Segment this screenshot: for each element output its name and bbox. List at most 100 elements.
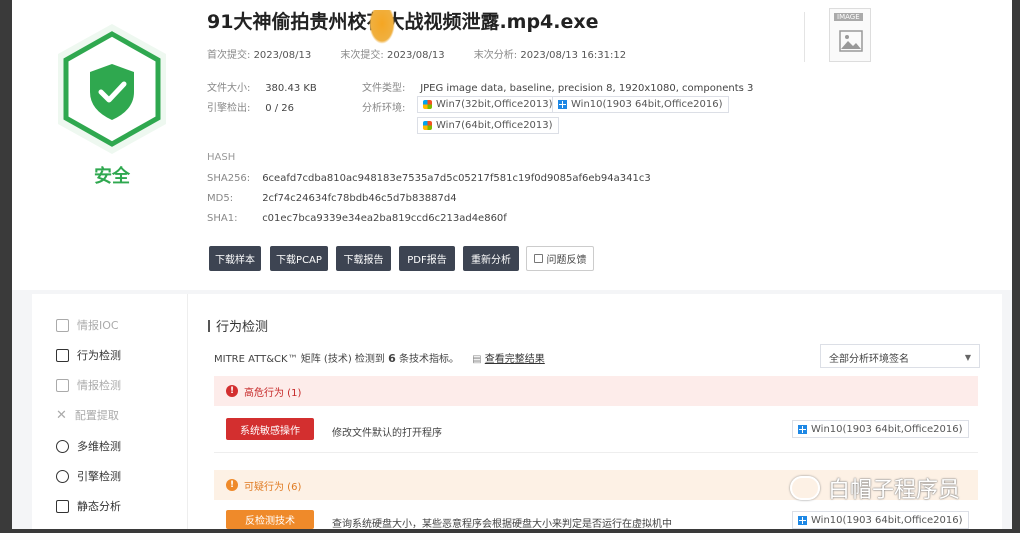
sha1-value: c01ec7bca9339e34ea2ba819ccd6c213ad4e860f xyxy=(262,213,507,224)
divider xyxy=(804,12,805,62)
sidebar-item-behavior[interactable]: 行为检测 xyxy=(56,346,121,364)
sha1-row: SHA1: c01ec7bca9339e34ea2ba819ccd6c213ad… xyxy=(207,213,507,224)
sha256-row: SHA256: 6ceafd7cdba810ac948183e7535a7d5c… xyxy=(207,173,651,184)
view-full-results-link[interactable]: 查看完整结果 xyxy=(485,354,545,365)
first-submit-label: 首次提交: xyxy=(207,50,251,61)
env-signature-select[interactable]: 全部分析环境签名 ▼ xyxy=(820,344,980,368)
env-label: 分析环境: xyxy=(362,103,406,114)
ioc-icon xyxy=(56,318,69,332)
engine-icon xyxy=(56,469,69,483)
report-page: 安全 91大神偷拍贵州校花大战视频泄露.mp4.exe 首次提交: 2023/0… xyxy=(12,0,1012,530)
env-label: Win10(1903 64bit,Office2016) xyxy=(811,423,963,435)
feedback-label: 问题反馈 xyxy=(546,255,587,266)
file-summary-panel: 安全 91大神偷拍贵州校花大战视频泄露.mp4.exe 首次提交: 2023/0… xyxy=(12,0,1012,290)
alert-icon: ! xyxy=(226,385,238,397)
file-type-row: 文件类型: JPEG image data, baseline, precisi… xyxy=(362,79,753,94)
high-risk-env: Win10(1903 64bit,Office2016) xyxy=(792,420,969,438)
high-risk-header[interactable]: ! 高危行为 (1) xyxy=(214,376,978,406)
sidebar-item-engine[interactable]: 引擎检测 xyxy=(56,467,121,485)
sidebar-item-label: 情报IOC xyxy=(77,319,119,332)
submission-dates: 首次提交: 2023/08/13 末次提交: 2023/08/13 末次分析: … xyxy=(207,46,626,61)
list-icon: ▤ xyxy=(472,354,482,365)
feedback-icon xyxy=(533,254,543,263)
mitre-suffix: 条技术指标。 xyxy=(398,354,459,365)
high-risk-label: 高危行为 (1) xyxy=(244,387,302,399)
section-title: 行为检测 xyxy=(208,316,268,335)
sidebar-item-label: 情报检测 xyxy=(77,379,121,392)
verdict-label: 安全 xyxy=(94,166,130,187)
file-size-row: 文件大小: 380.43 KB xyxy=(207,79,317,94)
md5-value: 2cf74c24634fc78bdb46c5d7b83887d4 xyxy=(262,193,457,204)
env-chip-label: Win10(1903 64bit,Office2016) xyxy=(571,99,723,110)
first-submit-date: 2023/08/13 xyxy=(253,50,312,61)
verdict-shield-icon xyxy=(52,22,172,162)
last-submit-label: 末次提交: xyxy=(340,50,384,61)
mitre-count: 6 xyxy=(388,352,396,365)
suspicious-desc: 查询系统硬盘大小，某些恶意程序会根据硬盘大小来判定是否运行在虚拟机中 xyxy=(332,519,672,530)
pdf-report-button[interactable]: PDF报告 xyxy=(399,246,455,271)
watermark-text: 白帽子程序员 xyxy=(828,478,961,503)
mitre-prefix: MITRE ATT&CK™ 矩阵 (技术) 检测到 xyxy=(214,354,385,365)
sha1-label: SHA1: xyxy=(207,213,238,224)
row-divider xyxy=(214,452,978,453)
env-chip-win7-64[interactable]: Win7(64bit,Office2013) xyxy=(417,117,559,134)
sidebar-item-static[interactable]: 静态分析 xyxy=(56,497,121,515)
select-value: 全部分析环境签名 xyxy=(829,354,909,365)
high-risk-tag: 系统敏感操作 xyxy=(226,418,314,440)
sidebar-item-intel-detect[interactable]: 情报检测 xyxy=(56,376,121,394)
file-size-label: 文件大小: xyxy=(207,83,251,94)
env-label: Win10(1903 64bit,Office2016) xyxy=(811,514,963,526)
env-row: 分析环境: xyxy=(362,99,405,114)
hash-section-label: HASH xyxy=(207,152,236,163)
sha256-value: 6ceafd7cdba810ac948183e7535a7d5c05217f58… xyxy=(262,173,651,184)
windows7-icon xyxy=(423,100,432,109)
sidebar-item-label: 引擎检测 xyxy=(77,470,121,483)
sidebar-item-label: 配置提取 xyxy=(74,409,119,422)
multi-detect-icon xyxy=(56,439,69,453)
env-chip-label: Win7(64bit,Office2013) xyxy=(436,120,553,131)
file-size-value: 380.43 KB xyxy=(265,83,317,94)
md5-label: MD5: xyxy=(207,193,234,204)
last-analysis-label: 末次分析: xyxy=(473,50,518,61)
thumbnail-tag: IMAGE xyxy=(834,13,863,21)
file-type-thumbnail: IMAGE xyxy=(829,8,871,62)
intel-icon xyxy=(56,378,69,392)
analysis-sidebar: 情报IOC 行为检测 情报检测 ✕ 配置提取 多维检测 引擎检测 静态分析 xyxy=(32,294,188,529)
reanalyze-button[interactable]: 重新分析 xyxy=(463,246,519,271)
wechat-icon xyxy=(790,476,820,500)
alert-icon: ! xyxy=(226,479,238,491)
download-sample-button[interactable]: 下载样本 xyxy=(209,246,261,271)
engine-value: 0 / 26 xyxy=(265,103,295,114)
sidebar-item-config[interactable]: ✕ 配置提取 xyxy=(56,406,119,424)
image-icon xyxy=(839,30,863,52)
file-type-label: 文件类型: xyxy=(362,83,406,94)
suspicious-tag: 反检测技术 xyxy=(226,510,314,529)
tools-icon: ✕ xyxy=(56,407,67,423)
suspicious-env: Win10(1903 64bit,Office2016) xyxy=(792,511,969,529)
env-chip-win7-32[interactable]: Win7(32bit,Office2013) xyxy=(417,96,559,113)
engine-row: 引擎检出: 0 / 26 xyxy=(207,99,294,114)
high-risk-desc: 修改文件默认的打开程序 xyxy=(332,428,442,439)
sidebar-item-multi[interactable]: 多维检测 xyxy=(56,437,121,455)
windows10-icon xyxy=(798,515,807,525)
feedback-button[interactable]: 问题反馈 xyxy=(526,246,594,271)
censor-mark xyxy=(369,10,395,44)
engine-label: 引擎检出: xyxy=(207,103,251,114)
env-chip-win10[interactable]: Win10(1903 64bit,Office2016) xyxy=(552,96,729,113)
env-chip-label: Win7(32bit,Office2013) xyxy=(436,99,553,110)
mitre-summary: MITRE ATT&CK™ 矩阵 (技术) 检测到 6 条技术指标。 ▤ 查看完… xyxy=(214,350,545,365)
md5-row: MD5: 2cf74c24634fc78bdb46c5d7b83887d4 xyxy=(207,193,457,204)
behavior-icon xyxy=(56,348,69,362)
sidebar-item-label: 静态分析 xyxy=(77,500,121,513)
sha256-label: SHA256: xyxy=(207,173,251,184)
watermark: 白帽子程序员 xyxy=(790,472,960,504)
windows10-icon xyxy=(798,424,807,434)
file-type-value: JPEG image data, baseline, precision 8, … xyxy=(420,83,754,94)
last-submit-date: 2023/08/13 xyxy=(386,50,445,61)
download-pcap-button[interactable]: 下载PCAP xyxy=(270,246,328,271)
file-title: 91大神偷拍贵州校花大战视频泄露.mp4.exe xyxy=(207,11,599,33)
download-report-button[interactable]: 下载报告 xyxy=(336,246,391,271)
chevron-down-icon: ▼ xyxy=(964,353,971,362)
sidebar-item-label: 多维检测 xyxy=(77,440,121,453)
sidebar-item-intel-ioc[interactable]: 情报IOC xyxy=(56,316,119,334)
